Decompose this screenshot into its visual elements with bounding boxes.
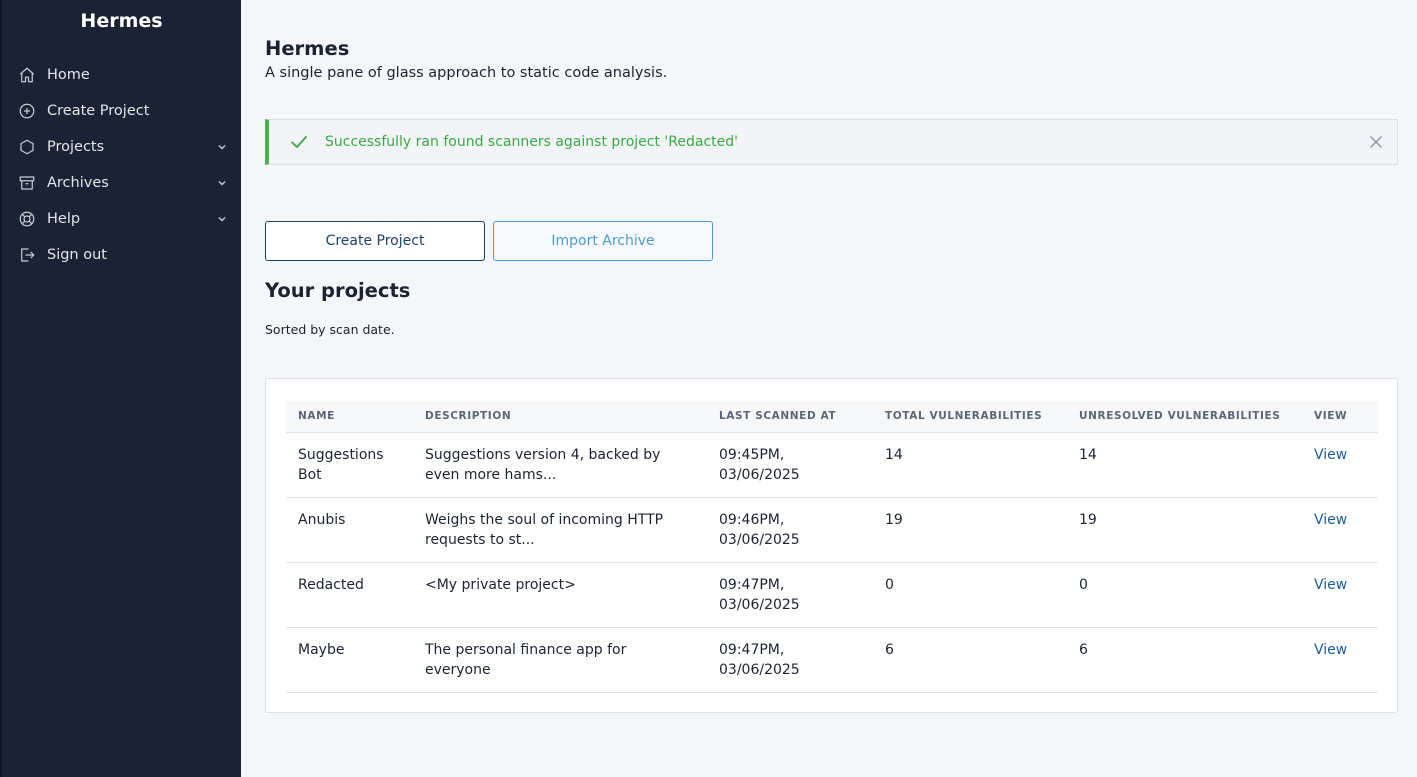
cell-total-vulnerabilities: 0 bbox=[873, 562, 1067, 628]
column-header-unresolved-vulnerabilities: UNRESOLVED VULNERABILITIES bbox=[1067, 401, 1302, 433]
cell-last-scanned: 09:47PM, 03/06/2025 bbox=[707, 562, 873, 628]
table-row: Maybe The personal finance app for every… bbox=[286, 627, 1378, 693]
projects-table-card: NAME DESCRIPTION LAST SCANNED AT TOTAL V… bbox=[265, 378, 1398, 713]
sidebar-item-label: Help bbox=[47, 211, 81, 227]
sidebar-item-archives[interactable]: Archives bbox=[2, 165, 241, 201]
close-icon[interactable] bbox=[1369, 135, 1383, 149]
column-header-last-scanned: LAST SCANNED AT bbox=[707, 401, 873, 433]
projects-title: Your projects bbox=[265, 279, 411, 302]
main-content: Hermes A single pane of glass approach t… bbox=[241, 0, 1417, 777]
scanned-date: 03/06/2025 bbox=[719, 531, 800, 548]
cell-unresolved-vulnerabilities: 6 bbox=[1067, 627, 1302, 693]
action-buttons: Create Project Import Archive bbox=[265, 221, 713, 261]
sidebar-nav: Home Create Project Projects Archives He… bbox=[2, 57, 241, 273]
column-header-view: VIEW bbox=[1302, 401, 1378, 433]
success-alert: Successfully ran found scanners against … bbox=[265, 119, 1398, 165]
cell-view: View bbox=[1302, 432, 1378, 498]
chevron-down-icon[interactable] bbox=[217, 214, 227, 224]
table-row: Suggestions Bot Suggestions version 4, b… bbox=[286, 432, 1378, 498]
cell-name: Anubis bbox=[286, 497, 413, 563]
lifebuoy-icon bbox=[18, 210, 36, 228]
cell-view: View bbox=[1302, 627, 1378, 693]
cell-description: Suggestions version 4, backed by even mo… bbox=[413, 432, 707, 498]
projects-sort-note: Sorted by scan date. bbox=[265, 322, 395, 337]
scanned-time: 09:47PM, bbox=[719, 576, 785, 593]
chevron-down-icon[interactable] bbox=[217, 178, 227, 188]
plus-circle-icon bbox=[18, 102, 36, 120]
sidebar-brand[interactable]: Hermes bbox=[2, 0, 241, 44]
cell-total-vulnerabilities: 6 bbox=[873, 627, 1067, 693]
cell-unresolved-vulnerabilities: 14 bbox=[1067, 432, 1302, 498]
column-header-description: DESCRIPTION bbox=[413, 401, 707, 433]
sidebar-item-sign-out[interactable]: Sign out bbox=[2, 237, 241, 273]
create-project-button[interactable]: Create Project bbox=[265, 221, 485, 261]
cell-description: The personal finance app for everyone bbox=[413, 627, 707, 693]
cell-unresolved-vulnerabilities: 19 bbox=[1067, 497, 1302, 563]
sign-out-icon bbox=[18, 246, 36, 264]
cell-view: View bbox=[1302, 497, 1378, 563]
sidebar-item-label: Home bbox=[47, 67, 90, 83]
sidebar-item-label: Sign out bbox=[47, 247, 107, 263]
page-title: Hermes bbox=[265, 37, 350, 60]
scanned-date: 03/06/2025 bbox=[719, 596, 800, 613]
chevron-down-icon[interactable] bbox=[217, 142, 227, 152]
alert-message: Successfully ran found scanners against … bbox=[325, 134, 738, 150]
scanned-date: 03/06/2025 bbox=[719, 466, 800, 483]
cell-name: Maybe bbox=[286, 627, 413, 693]
cube-icon bbox=[18, 138, 36, 156]
cell-last-scanned: 09:46PM, 03/06/2025 bbox=[707, 497, 873, 563]
scanned-date: 03/06/2025 bbox=[719, 661, 800, 678]
archive-icon bbox=[18, 174, 36, 192]
sidebar-item-label: Projects bbox=[47, 139, 105, 155]
check-icon bbox=[289, 132, 309, 152]
view-link[interactable]: View bbox=[1314, 512, 1347, 528]
scanned-time: 09:46PM, bbox=[719, 511, 785, 528]
table-row: Redacted <My private project> 09:47PM, 03… bbox=[286, 562, 1378, 628]
projects-table: NAME DESCRIPTION LAST SCANNED AT TOTAL V… bbox=[286, 401, 1378, 693]
view-link[interactable]: View bbox=[1314, 577, 1347, 593]
cell-unresolved-vulnerabilities: 0 bbox=[1067, 562, 1302, 628]
cell-last-scanned: 09:45PM, 03/06/2025 bbox=[707, 432, 873, 498]
sidebar-item-label: Archives bbox=[47, 175, 109, 191]
cell-last-scanned: 09:47PM, 03/06/2025 bbox=[707, 627, 873, 693]
sidebar-item-home[interactable]: Home bbox=[2, 57, 241, 93]
cell-description: <My private project> bbox=[413, 562, 707, 628]
table-header-row: NAME DESCRIPTION LAST SCANNED AT TOTAL V… bbox=[286, 401, 1378, 433]
column-header-total-vulnerabilities: TOTAL VULNERABILITIES bbox=[873, 401, 1067, 433]
cell-name: Suggestions Bot bbox=[286, 432, 413, 498]
column-header-name: NAME bbox=[286, 401, 413, 433]
sidebar-item-create-project[interactable]: Create Project bbox=[2, 93, 241, 129]
sidebar: Hermes Home Create Project Projects Arch… bbox=[0, 0, 241, 777]
view-link[interactable]: View bbox=[1314, 642, 1347, 658]
view-link[interactable]: View bbox=[1314, 447, 1347, 463]
cell-total-vulnerabilities: 14 bbox=[873, 432, 1067, 498]
cell-name: Redacted bbox=[286, 562, 413, 628]
sidebar-item-help[interactable]: Help bbox=[2, 201, 241, 237]
sidebar-item-projects[interactable]: Projects bbox=[2, 129, 241, 165]
import-archive-button[interactable]: Import Archive bbox=[493, 221, 713, 261]
scanned-time: 09:47PM, bbox=[719, 641, 785, 658]
page-subtitle: A single pane of glass approach to stati… bbox=[265, 65, 668, 81]
table-row: Anubis Weighs the soul of incoming HTTP … bbox=[286, 497, 1378, 563]
cell-view: View bbox=[1302, 562, 1378, 628]
sidebar-item-label: Create Project bbox=[47, 103, 150, 119]
home-icon bbox=[18, 66, 36, 84]
cell-description: Weighs the soul of incoming HTTP request… bbox=[413, 497, 707, 563]
scanned-time: 09:45PM, bbox=[719, 446, 785, 463]
cell-total-vulnerabilities: 19 bbox=[873, 497, 1067, 563]
